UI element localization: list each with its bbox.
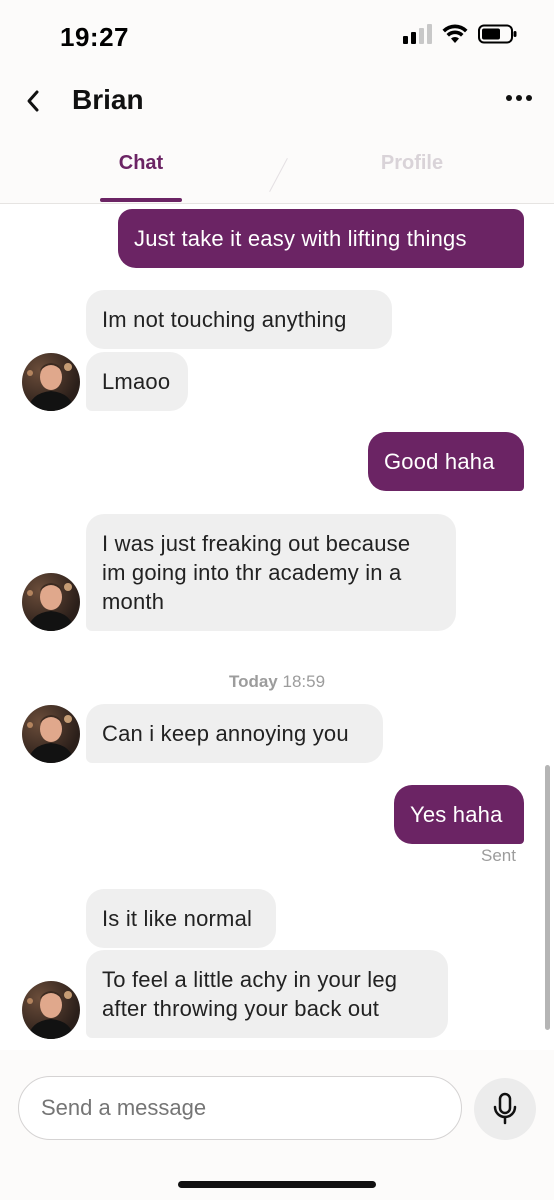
home-indicator[interactable] [178,1181,376,1188]
sent-status: Sent [481,846,516,865]
tab-chat[interactable]: Chat [100,152,182,175]
message-bubble-outgoing[interactable]: Just take it easy with lifting things [118,209,524,268]
message-bubble-incoming[interactable]: I was just freaking out because im going… [86,514,456,631]
status-time: 19:27 [60,22,129,52]
contact-name[interactable]: Brian [72,84,144,116]
timestamp-time: 18:59 [282,672,326,691]
contact-avatar[interactable] [22,705,80,763]
timestamp-day: Today [228,672,278,691]
message-bubble-incoming[interactable]: Lmaoo [86,352,188,411]
status-bar: 19:27 [0,0,554,72]
more-options-button[interactable] [502,86,536,110]
chevron-left-icon [27,90,39,112]
avatar-photo [27,715,74,763]
back-button[interactable] [18,86,48,116]
wifi-icon [442,24,468,43]
active-tab-indicator [100,198,182,202]
tab-divider [269,157,288,193]
contact-avatar[interactable] [22,981,80,1039]
avatar-photo [27,583,74,631]
chat-header: Brian Chat Profile [0,72,554,204]
scrollbar[interactable] [545,765,550,1030]
avatar-photo [27,991,74,1039]
voice-message-button[interactable] [474,1078,536,1140]
message-bubble-incoming[interactable]: Is it like normal [86,889,276,948]
message-bubble-incoming[interactable]: To feel a little achy in your leg after … [86,950,448,1038]
cellular-signal-icon [403,24,432,44]
message-composer [0,1050,554,1200]
more-horizontal-icon [506,95,512,101]
microphone-icon [493,1092,517,1125]
message-input[interactable] [18,1076,462,1140]
contact-avatar[interactable] [22,353,80,411]
message-bubble-incoming[interactable]: Im not touching anything [86,290,392,349]
message-bubble-outgoing[interactable]: Good haha [368,432,524,491]
message-bubble-incoming[interactable]: Can i keep annoying you [86,704,383,763]
message-list[interactable]: Just take it easy with lifting things Im… [0,205,554,1050]
contact-avatar[interactable] [22,573,80,631]
message-bubble-outgoing[interactable]: Yes haha [394,785,524,844]
status-icons [403,24,518,44]
battery-icon [478,24,517,44]
timestamp-divider: Today 18:59 [0,672,554,692]
avatar-photo [27,363,74,411]
tab-profile[interactable]: Profile [364,152,460,175]
